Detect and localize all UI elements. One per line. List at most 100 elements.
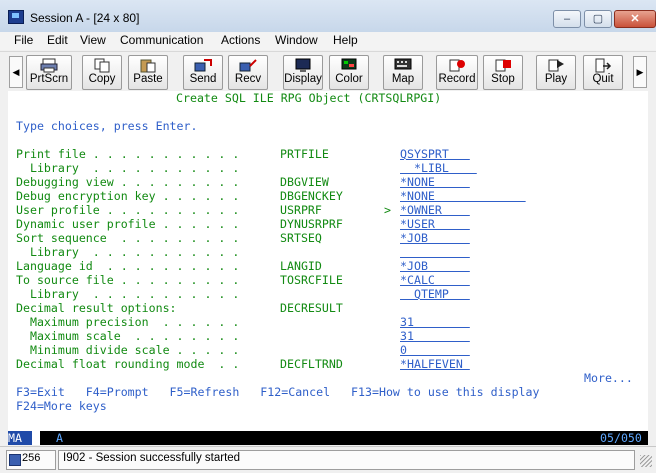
more-indicator: More... (584, 371, 633, 385)
toolbar-scroll-right-icon[interactable]: ▶ (633, 56, 647, 88)
message-bar: 256 I902 - Session successfully started (0, 446, 656, 473)
window-title: Session A - [24 x 80] (30, 11, 140, 25)
param-keyword: TOSRCFILE (280, 273, 343, 287)
maximize-button[interactable]: ▢ (584, 10, 612, 28)
toolbar: ◀ PrtScrn Copy Paste Send Recv Display C… (0, 51, 656, 92)
menu-file[interactable]: File (14, 33, 33, 47)
operator-status-line: MA A 05/050 (8, 431, 648, 445)
play-icon (548, 59, 564, 72)
param-input-field[interactable]: *OWNER (400, 203, 470, 217)
screen-header: Create SQL ILE RPG Object (CRTSQLRPGI) (176, 91, 442, 105)
recv-button[interactable]: Recv (228, 55, 268, 90)
param-label: Minimum divide scale . . . . . (16, 343, 240, 357)
param-label: User profile . . . . . . . . . . (16, 203, 240, 217)
menu-bar: File Edit View Communication Actions Win… (0, 32, 656, 50)
map-label: Map (391, 73, 415, 85)
recv-label: Recv (234, 73, 262, 85)
paste-button[interactable]: Paste (128, 55, 168, 90)
param-input-field[interactable]: *LIBL (400, 161, 477, 175)
color-label: Color (335, 73, 363, 85)
param-label: Language id . . . . . . . . . . (16, 259, 240, 273)
prtscrn-label: PrtScrn (29, 73, 69, 85)
param-input-field[interactable]: *JOB (400, 231, 470, 245)
param-label: Print file . . . . . . . . . . . (16, 147, 240, 161)
paste-label: Paste (133, 73, 163, 85)
param-label: Maximum precision . . . . . . (16, 315, 240, 329)
close-button[interactable]: ✕ (614, 10, 656, 28)
param-input-field[interactable]: *USER (400, 217, 470, 231)
menu-view[interactable]: View (80, 33, 106, 47)
param-label: Decimal result options: (16, 301, 177, 315)
play-button[interactable]: Play (536, 55, 576, 90)
minimize-button[interactable]: – (553, 10, 581, 28)
session-number: 256 (22, 452, 41, 464)
param-keyword: SRTSEQ (280, 231, 322, 245)
send-icon (194, 59, 212, 72)
color-button[interactable]: Color (329, 55, 369, 90)
param-input-field[interactable]: QTEMP (400, 287, 470, 301)
param-label: Debugging view . . . . . . . . . (16, 175, 240, 189)
title-bar[interactable]: Session A - [24 x 80] – ▢ ✕ (0, 0, 656, 33)
terminal-screen[interactable]: Create SQL ILE RPG Object (CRTSQLRPGI) T… (8, 91, 648, 431)
record-button[interactable]: Record (436, 55, 478, 90)
quit-button[interactable]: Quit (583, 55, 623, 90)
stop-icon (495, 59, 511, 72)
param-input-field[interactable]: 31 (400, 315, 470, 329)
quit-label: Quit (592, 73, 614, 85)
menu-edit[interactable]: Edit (47, 33, 68, 47)
copy-label: Copy (88, 73, 116, 85)
play-label: Play (544, 73, 568, 85)
param-input-field[interactable]: *NONE (400, 189, 526, 203)
send-label: Send (189, 73, 217, 85)
menu-actions[interactable]: Actions (221, 33, 260, 47)
cursor-block (32, 431, 40, 445)
message-box: I902 - Session successfully started (58, 450, 635, 470)
menu-window[interactable]: Window (275, 33, 318, 47)
send-button[interactable]: Send (183, 55, 223, 90)
param-input-field[interactable]: *NONE (400, 175, 470, 189)
map-icon (394, 58, 412, 70)
stop-label: Stop (491, 73, 515, 85)
prtscrn-button[interactable]: PrtScrn (26, 55, 72, 90)
terminal-app-icon (8, 10, 24, 24)
param-keyword: LANGID (280, 259, 322, 273)
field-marker-icon: > (384, 203, 391, 217)
map-button[interactable]: Map (383, 55, 423, 90)
session-indicator: 256 (6, 450, 56, 470)
resize-grip-icon[interactable] (640, 455, 652, 467)
record-icon (449, 59, 465, 72)
param-input-field[interactable]: 31 (400, 329, 470, 343)
receive-icon (239, 59, 257, 72)
param-input-field[interactable] (400, 245, 470, 259)
param-keyword: USRPRF (280, 203, 322, 217)
toolbar-scroll-left-icon[interactable]: ◀ (9, 56, 23, 88)
status-mode: A (56, 431, 63, 445)
param-label: Sort sequence . . . . . . . . . (16, 231, 240, 245)
emulator-window: Session A - [24 x 80] – ▢ ✕ File Edit Vi… (0, 0, 656, 473)
stop-button[interactable]: Stop (483, 55, 523, 90)
status-message: I902 - Session successfully started (63, 452, 241, 464)
status-indicator-text: MA (8, 431, 22, 445)
param-label: Decimal float rounding mode . . (16, 357, 240, 371)
cursor-position: 05/050 (600, 431, 642, 445)
param-label: Library . . . . . . . . . . . (16, 161, 240, 175)
display-button[interactable]: Display (283, 55, 323, 90)
session-icon (9, 454, 21, 466)
param-input-field[interactable]: 0 (400, 343, 470, 357)
param-input-field[interactable]: *JOB (400, 259, 470, 273)
status-indicator: MA (8, 431, 32, 445)
copy-button[interactable]: Copy (82, 55, 122, 90)
param-keyword: DECFLTRND (280, 357, 343, 371)
copy-icon (94, 58, 110, 73)
param-input-field[interactable]: *HALFEVEN (400, 357, 470, 371)
color-icon (341, 58, 357, 70)
menu-help[interactable]: Help (333, 33, 358, 47)
menu-communication[interactable]: Communication (120, 33, 203, 47)
param-input-field[interactable]: QSYSPRT (400, 147, 470, 161)
paste-icon (140, 59, 156, 73)
param-keyword: DBGVIEW (280, 175, 329, 189)
param-label: Maximum scale . . . . . . . . (16, 329, 240, 343)
param-input-field[interactable]: *CALC (400, 273, 470, 287)
display-label: Display (284, 73, 322, 85)
param-label: Library . . . . . . . . . . . (16, 287, 240, 301)
